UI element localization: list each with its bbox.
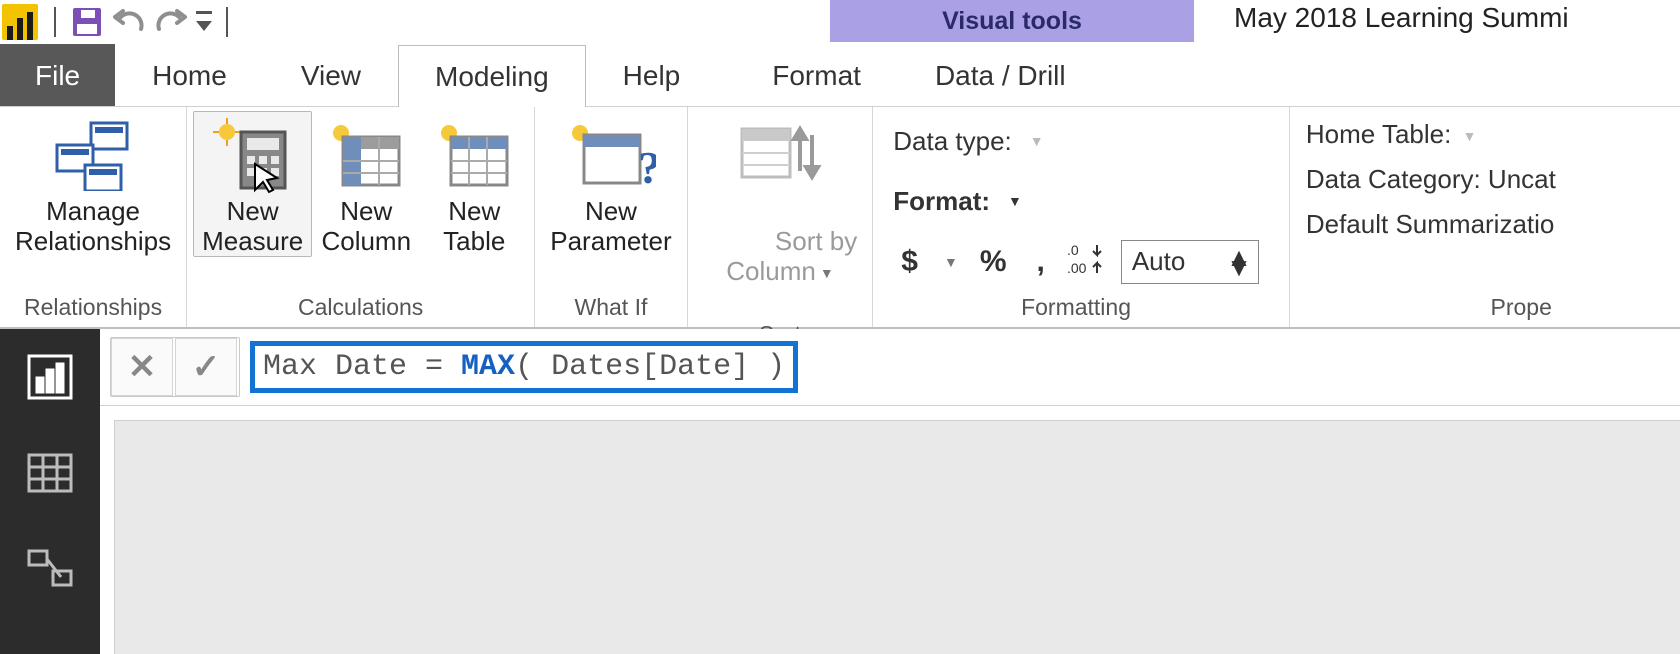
tab-help[interactable]: Help [586,44,718,106]
qat-customize-dropdown[interactable] [192,2,216,42]
sort-by-column-button[interactable]: Sort by Column▼ [694,111,867,319]
tab-home[interactable]: Home [115,44,264,106]
tab-format[interactable]: Format [735,44,898,106]
contextual-tab-visual-tools: Visual tools [830,0,1194,42]
relationships-icon [48,116,138,196]
group-label-whatif: What If [541,292,680,325]
svg-text:.00: .00 [1067,260,1087,276]
currency-dropdown[interactable]: ▼ [944,254,958,270]
sort-icon [735,116,825,196]
svg-text:.0: .0 [1067,242,1079,258]
data-type-label: Data type: [893,126,1012,157]
new-column-button[interactable]: New Column [312,111,420,257]
undo-button[interactable] [108,2,150,42]
spinner-arrows-icon[interactable]: ▲▼ [1226,252,1252,272]
formula-function: MAX [461,350,515,384]
tab-file[interactable]: File [0,44,115,106]
document-title: May 2018 Learning Summi [1234,2,1569,34]
manage-relationships-button[interactable]: Manage Relationships [6,111,180,257]
tab-modeling[interactable]: Modeling [398,45,586,107]
decimals-spinner[interactable]: Auto ▲▼ [1121,240,1259,284]
chevron-down-icon: ▼ [820,265,834,281]
home-table-dropdown[interactable]: ▼ [1463,128,1477,144]
group-label-properties: Prope [1296,292,1556,325]
manage-relationships-label: Manage Relationships [15,196,171,256]
group-label-relationships: Relationships [6,292,180,325]
new-column-icon [321,116,411,196]
save-button[interactable] [66,2,108,42]
formula-cancel-button[interactable]: ✕ [111,338,173,396]
data-view-icon[interactable] [22,445,78,501]
decimals-value: Auto [1132,246,1186,277]
tab-view[interactable]: View [264,44,398,106]
formula-input[interactable]: Max Date = MAX( Dates[Date] ) [250,339,1680,395]
currency-button[interactable]: $ [893,241,926,283]
tab-data-drill[interactable]: Data / Drill [898,44,1103,106]
percent-button[interactable]: % [972,241,1015,283]
new-table-button[interactable]: New Table [420,111,528,257]
new-table-label: New Table [443,196,505,256]
data-category-label: Data Category: Uncat [1306,164,1556,195]
app-logo [2,4,38,40]
new-column-label: New Column [321,196,411,256]
report-canvas[interactable] [114,420,1680,654]
formula-commit-button[interactable]: ✓ [175,338,237,396]
group-label-calculations: Calculations [193,292,528,325]
group-label-formatting: Formatting [893,292,1259,325]
new-measure-label: New Measure [202,196,303,256]
decimals-icon[interactable]: .0 .00 [1067,241,1107,283]
new-parameter-icon: ? [566,116,656,196]
format-label: Format: [893,186,990,217]
report-view-icon[interactable] [22,349,78,405]
sort-by-column-label: Sort by Column▼ [703,196,858,318]
separator [226,7,228,37]
home-table-label: Home Table: [1306,119,1452,149]
default-summarization-label: Default Summarizatio [1306,209,1556,240]
formula-prefix: Max Date = [263,350,461,384]
thousand-sep-button[interactable]: , [1029,241,1053,283]
new-measure-icon [208,116,298,196]
redo-button[interactable] [150,2,192,42]
data-type-dropdown[interactable]: ▼ [1030,133,1044,149]
new-table-icon [429,116,519,196]
sort-by-column-text: Sort by Column [726,226,857,286]
separator [54,7,56,37]
formula-args: ( Dates[Date] ) [515,350,785,384]
new-parameter-label: New Parameter [550,196,671,256]
new-parameter-button[interactable]: ? New Parameter [541,111,680,257]
new-measure-button[interactable]: New Measure [193,111,312,257]
svg-text:?: ? [638,142,656,193]
model-view-icon[interactable] [22,541,78,597]
format-dropdown[interactable]: ▼ [1008,193,1022,209]
